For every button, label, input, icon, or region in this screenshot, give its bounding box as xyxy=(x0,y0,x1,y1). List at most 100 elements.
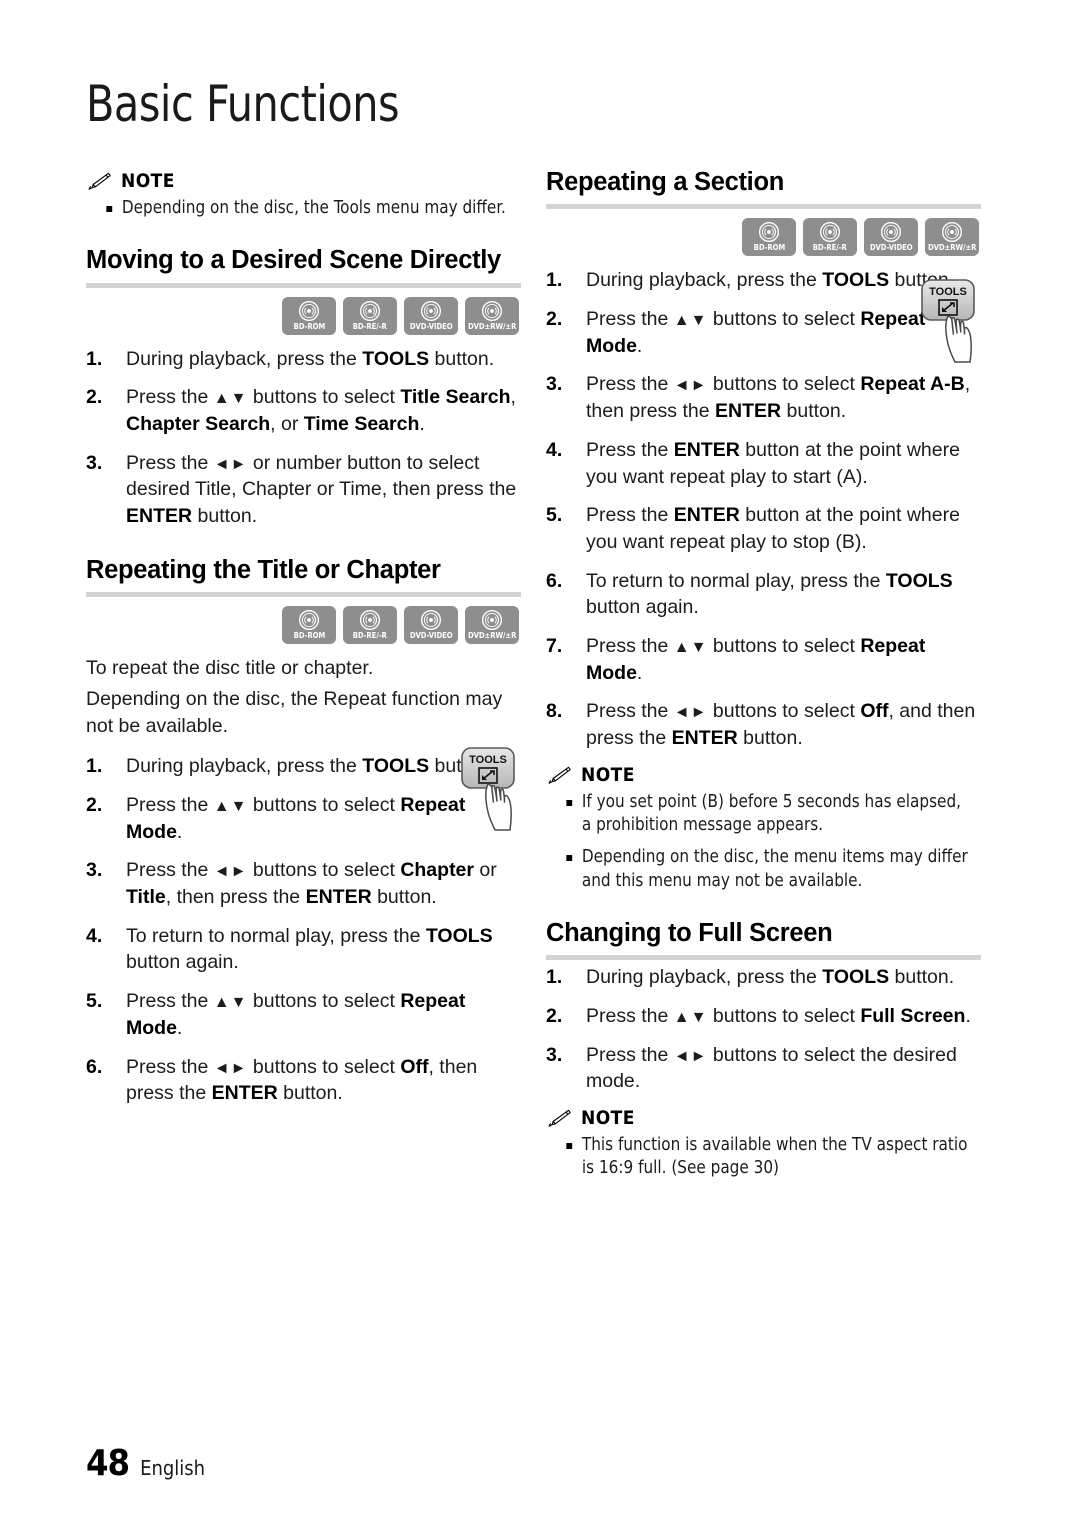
disc-badge-label: DVD-VIDEO xyxy=(869,243,913,253)
step-text: Press the ◄► buttons to select Off, then… xyxy=(126,1055,478,1105)
step-text: To return to normal play, press the TOOL… xyxy=(586,569,953,619)
steps-changing-full-screen: 1. During playback, press the TOOLS butto… xyxy=(546,964,981,1095)
step-text: Press the ◄► buttons to select Chapter o… xyxy=(126,859,497,909)
pencil-icon xyxy=(546,765,572,785)
pencil-icon xyxy=(86,171,112,191)
numbered-step: 3. Press the ◄► buttons to select the des… xyxy=(546,1042,981,1095)
note-label: NOTE xyxy=(121,170,175,192)
step-text: Press the ◄► buttons to select Repeat A-… xyxy=(586,373,971,423)
numbered-step: 8. Press the ◄► buttons to select Off, an… xyxy=(546,698,981,751)
step-number: 6. xyxy=(86,1055,103,1078)
note-label: NOTE xyxy=(581,763,635,786)
page-footer: 48 English xyxy=(86,1443,205,1484)
note-item-list: This function is available when the TV a… xyxy=(546,1134,981,1181)
page-number: 48 xyxy=(86,1443,130,1484)
numbered-step: 3. Press the ◄► buttons to select Chapter… xyxy=(86,857,521,910)
disc-badge: BD-RE/-R xyxy=(343,296,397,335)
numbered-step: 3. Press the ◄► or number button to selec… xyxy=(86,450,521,530)
note-item: Depending on the disc, the Tools menu ma… xyxy=(86,197,508,220)
disc-icon xyxy=(481,300,503,322)
step-text: Press the ▲▼ buttons to select Title Sea… xyxy=(126,386,516,435)
step-number: 4. xyxy=(546,438,563,461)
disc-badge-row-repeating-title: BD-ROM BD-RE/-R DVD-VIDEO DVD±RW/±R xyxy=(86,606,521,645)
numbered-step: 6. Press the ◄► buttons to select Off, th… xyxy=(86,1054,521,1107)
section-heading: Changing to Full Screen xyxy=(546,918,833,947)
section-repeating-a-section: Repeating a Section xyxy=(546,168,981,210)
disc-badge-label: BD-ROM xyxy=(293,631,325,641)
note-header: NOTE xyxy=(546,1107,981,1129)
step-number: 3. xyxy=(86,451,103,474)
disc-badge: BD-ROM xyxy=(282,296,336,335)
disc-badge-label: DVD-VIDEO xyxy=(409,631,453,641)
note-item: Depending on the disc, the menu items ma… xyxy=(546,846,968,893)
disc-badge-label: DVD-VIDEO xyxy=(409,321,453,331)
disc-icon xyxy=(941,221,963,243)
step-number: 1. xyxy=(546,966,563,989)
numbered-step: 5. Press the ▲▼ buttons to select Repeat … xyxy=(86,988,521,1041)
step-text: Press the ▲▼ buttons to select Repeat Mo… xyxy=(126,793,466,843)
disc-icon xyxy=(298,609,320,631)
disc-icon xyxy=(481,609,503,631)
numbered-step: 7. Press the ▲▼ buttons to select Repeat … xyxy=(546,633,981,686)
numbered-step: 2. Press the ▲▼ buttons to select Title S… xyxy=(86,384,521,437)
section-repeating-title-chapter: Repeating the Title or Chapter xyxy=(86,555,521,598)
heading-rule xyxy=(546,955,981,961)
disc-badge-label: BD-ROM xyxy=(293,321,325,331)
step-number: 2. xyxy=(86,386,103,409)
disc-badge: DVD-VIDEO xyxy=(864,218,918,257)
step-text: Press the ▲▼ buttons to select Full Scre… xyxy=(586,1004,971,1027)
disc-badge-label: DVD±RW/±R xyxy=(927,243,977,253)
numbered-step: 4. Press the ENTER button at the point wh… xyxy=(546,437,981,490)
disc-badge-label: DVD±RW/±R xyxy=(467,321,517,331)
step-number: 1. xyxy=(546,269,563,292)
disc-icon xyxy=(880,221,902,243)
disc-badge-label: BD-RE/-R xyxy=(812,243,847,253)
section-changing-full-screen: Changing to Full Screen xyxy=(546,918,981,961)
numbered-step: 1. During playback, press the TOOLS butto… xyxy=(86,346,521,373)
heading-rule xyxy=(86,592,521,598)
step-text: During playback, press the TOOLS button. xyxy=(586,269,955,292)
note-header: NOTE xyxy=(546,764,981,786)
disc-badge-label: DVD±RW/±R xyxy=(467,631,517,641)
numbered-step: 2. Press the ▲▼ buttons to select Full Sc… xyxy=(546,1003,981,1030)
note-item: If you set point (B) before 5 seconds ha… xyxy=(546,791,968,838)
intro-paragraph-2: Depending on the disc, the Repeat functi… xyxy=(86,687,503,737)
step-text: Press the ◄► buttons to select the desir… xyxy=(586,1043,957,1093)
step-number: 3. xyxy=(546,373,563,396)
step-text: Press the ENTER button at the point wher… xyxy=(586,438,960,488)
section-moving-to-scene: Moving to a Desired Scene Directly xyxy=(86,246,521,288)
numbered-step: 4. To return to normal play, press the TO… xyxy=(86,923,521,976)
disc-badge-row-moving: BD-ROM BD-RE/-R DVD-VIDEO DVD±RW/±R xyxy=(86,296,521,335)
tools-button-illustration-left: TOOLS xyxy=(452,744,524,839)
note-block-full-screen: NOTE This function is available when the… xyxy=(546,1107,981,1181)
disc-badge-label: BD-RE/-R xyxy=(352,631,387,641)
step-text: During playback, press the TOOLS button. xyxy=(126,347,495,370)
heading-rule xyxy=(86,282,521,288)
note-item-list: Depending on the disc, the Tools menu ma… xyxy=(86,197,521,220)
step-text: Press the ◄► buttons to select Off, and … xyxy=(586,700,976,750)
tools-button-illustration-right: TOOLS xyxy=(912,276,984,371)
intro-paragraph-1: To repeat the disc title or chapter. xyxy=(86,657,374,680)
step-number: 2. xyxy=(546,308,563,331)
steps-moving-to-scene: 1. During playback, press the TOOLS butto… xyxy=(86,346,521,530)
step-number: 4. xyxy=(86,924,103,947)
step-text: Press the ▲▼ buttons to select Repeat Mo… xyxy=(586,635,926,684)
step-number: 2. xyxy=(86,793,103,816)
section-heading: Repeating the Title or Chapter xyxy=(86,555,441,584)
disc-icon xyxy=(359,609,381,631)
left-column: NOTE Depending on the disc, the Tools me… xyxy=(86,168,521,1119)
disc-icon xyxy=(420,609,442,631)
disc-badge: BD-ROM xyxy=(742,218,796,257)
step-text: During playback, press the TOOLS button. xyxy=(126,755,494,778)
numbered-step: 3. Press the ◄► buttons to select Repeat … xyxy=(546,371,981,424)
step-text: Press the ◄► or number button to select … xyxy=(126,451,517,528)
note-block-tools-menu: NOTE Depending on the disc, the Tools me… xyxy=(86,170,521,220)
step-text: Press the ▲▼ buttons to select Repeat Mo… xyxy=(126,990,466,1039)
step-number: 5. xyxy=(546,504,563,527)
step-text: To return to normal play, press the TOOL… xyxy=(126,924,493,974)
disc-badge: DVD-VIDEO xyxy=(404,606,458,645)
disc-badge: BD-RE/-R xyxy=(803,218,857,257)
disc-icon xyxy=(359,300,381,322)
step-number: 2. xyxy=(546,1004,563,1027)
disc-badge: BD-RE/-R xyxy=(343,606,397,645)
